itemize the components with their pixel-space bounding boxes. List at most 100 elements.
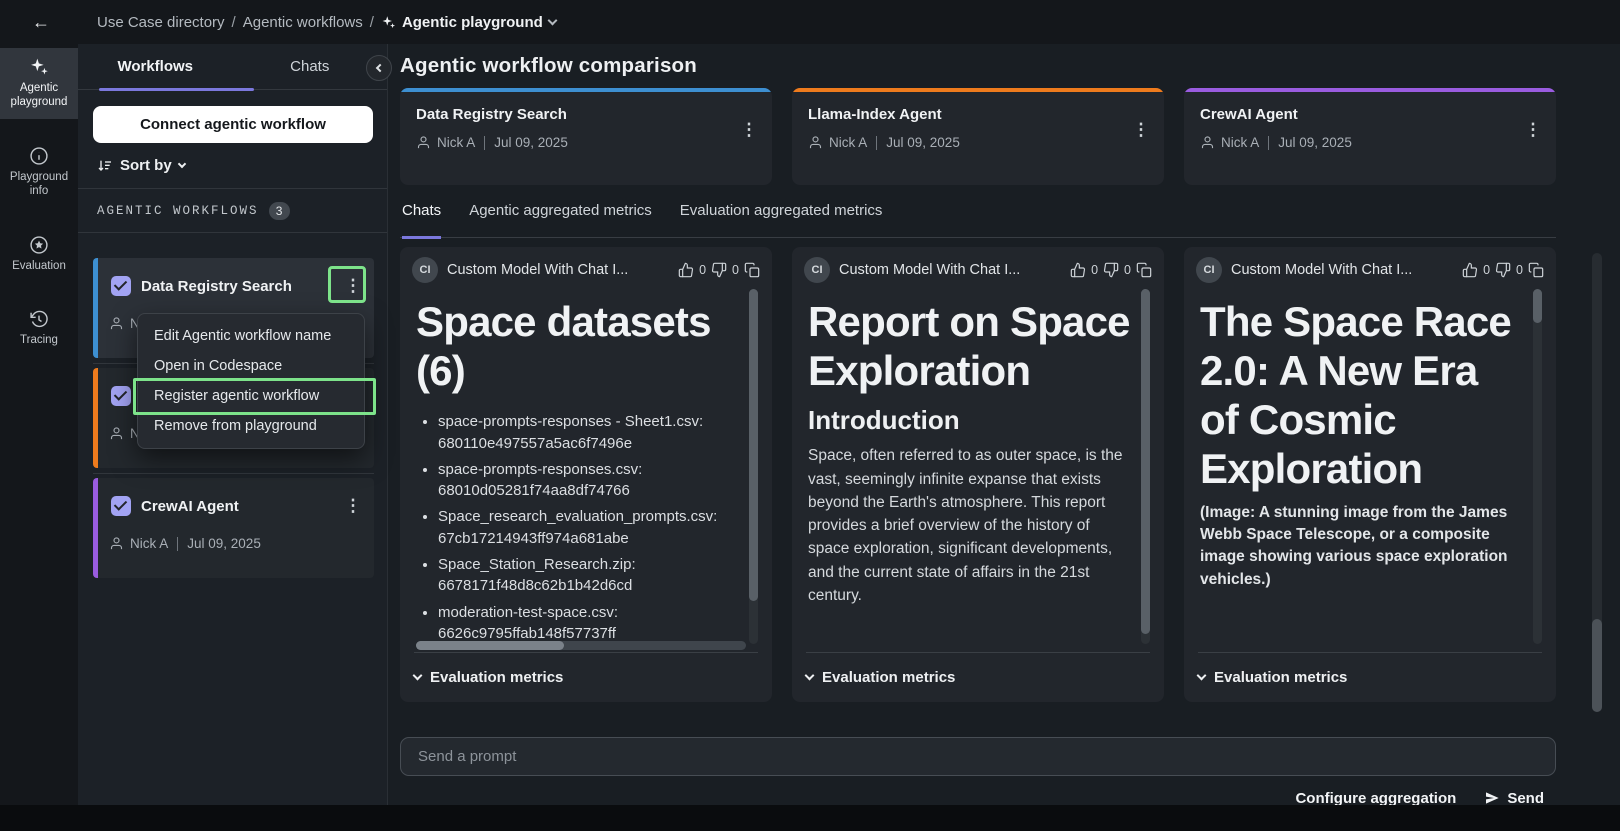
workflows-section-header: AGENTIC WORKFLOWS 3 (78, 189, 387, 232)
rail-item-playground-info[interactable]: Playground info (0, 137, 78, 208)
response-heading: Report on Space Exploration (808, 297, 1134, 395)
menu-item-edit-workflow-name[interactable]: Edit Agentic workflow name (138, 321, 364, 351)
workflow-meta: Nick A Jul 09, 2025 (109, 536, 374, 551)
model-avatar: CI (1196, 257, 1222, 283)
tab-agentic-aggregated-metrics[interactable]: Agentic aggregated metrics (469, 202, 652, 237)
workflow-checkbox[interactable] (111, 276, 131, 296)
scrollbar-thumb[interactable] (1141, 289, 1150, 634)
collapse-sidebar-button[interactable] (366, 55, 392, 81)
scrollbar-thumb[interactable] (749, 289, 758, 601)
meta-divider (177, 537, 178, 551)
sparkles-icon (381, 15, 396, 30)
card-meta: Nick A Jul 09, 2025 (808, 135, 1148, 150)
sort-by-dropdown[interactable]: Sort by (97, 157, 387, 174)
menu-item-remove-from-playground[interactable]: Remove from playground (138, 411, 364, 441)
workflow-checkbox[interactable] (111, 496, 131, 516)
breadcrumb-current[interactable]: Agentic playground (381, 14, 556, 31)
rail-item-evaluation[interactable]: Evaluation (0, 226, 78, 282)
chat-response-content: Report on Space Exploration Introduction… (792, 289, 1164, 652)
workflow-context-menu: Edit Agentic workflow name Open in Codes… (137, 313, 365, 449)
meta-divider (876, 136, 877, 150)
breadcrumb-separator: / (370, 14, 374, 31)
page-title: Agentic workflow comparison (400, 54, 697, 78)
chevron-down-icon (177, 160, 185, 168)
chat-header-actions: 0 0 (1070, 262, 1152, 278)
list-item: Space_Station_Research.zip: 6678171f48d8… (438, 554, 742, 597)
kebab-menu-icon[interactable]: ⋮ (342, 494, 364, 518)
divider (78, 232, 387, 233)
chat-panel-data-registry-search: CI Custom Model With Chat I... 0 0 Space… (400, 247, 772, 702)
star-circle-icon (29, 235, 49, 255)
workflow-checkbox[interactable] (111, 386, 131, 406)
sparkles-icon (29, 57, 49, 77)
thumbs-up-icon[interactable] (1462, 262, 1478, 278)
chat-response-content: Space datasets (6) space-prompts-respons… (400, 289, 772, 652)
chat-panel-crewai-agent: CI Custom Model With Chat I... 0 0 The S… (1184, 247, 1556, 702)
horizontal-scrollbar-thumb[interactable] (416, 641, 564, 650)
kebab-menu-icon[interactable]: ⋮ (1522, 118, 1544, 142)
comparison-card-llama-index-agent: Llama-Index Agent Nick A Jul 09, 2025 ⋮ (792, 88, 1164, 185)
page-scrollbar-track (1592, 253, 1602, 712)
section-title: AGENTIC WORKFLOWS (97, 204, 259, 218)
info-icon (29, 146, 49, 166)
kebab-menu-icon[interactable]: ⋮ (1130, 118, 1152, 142)
person-icon (1200, 135, 1215, 150)
chat-header-actions: 0 0 (678, 262, 760, 278)
scrollbar-track (1533, 289, 1542, 644)
chat-panel-header: CI Custom Model With Chat I... 0 0 (400, 247, 772, 289)
connect-agentic-workflow-button[interactable]: Connect agentic workflow (93, 106, 373, 143)
thumbs-up-icon[interactable] (678, 262, 694, 278)
response-paragraph: (Image: A stunning image from the James … (1200, 502, 1526, 592)
menu-item-register-agentic-workflow[interactable]: Register agentic workflow (138, 381, 364, 411)
copy-icon[interactable] (744, 262, 760, 278)
rail-item-tracing[interactable]: Tracing (0, 300, 78, 356)
menu-item-open-in-codespace[interactable]: Open in Codespace (138, 351, 364, 381)
card-meta: Nick A Jul 09, 2025 (416, 135, 756, 150)
tab-chats[interactable]: Chats (233, 44, 388, 89)
thumbs-down-icon[interactable] (1495, 262, 1511, 278)
breadcrumb-agentic-workflows[interactable]: Agentic workflows (243, 14, 363, 31)
sort-icon (97, 158, 113, 174)
response-heading: Space datasets (6) (416, 297, 742, 395)
top-bar: ← Use Case directory / Agentic workflows… (0, 0, 1620, 44)
meta-divider (1268, 136, 1269, 150)
kebab-menu-icon[interactable]: ⋮ (342, 274, 364, 298)
back-arrow-icon[interactable]: ← (28, 10, 54, 34)
thumbs-up-icon[interactable] (1070, 262, 1086, 278)
page-scrollbar-thumb[interactable] (1592, 619, 1602, 712)
meta-divider (484, 136, 485, 150)
response-heading: The Space Race 2.0: A New Era of Cosmic … (1200, 297, 1526, 494)
workflow-color-bar (93, 478, 98, 578)
comparison-cards-row: Data Registry Search Nick A Jul 09, 2025… (400, 88, 1556, 185)
dataset-list: space-prompts-responses - Sheet1.csv: 68… (438, 411, 742, 652)
tab-evaluation-aggregated-metrics[interactable]: Evaluation aggregated metrics (680, 202, 883, 237)
evaluation-metrics-toggle[interactable]: Evaluation metrics (414, 652, 758, 702)
left-rail: Agentic playground Playground info Evalu… (0, 44, 78, 805)
rail-item-agentic-playground[interactable]: Agentic playground (0, 48, 78, 119)
chat-header-actions: 0 0 (1462, 262, 1544, 278)
model-avatar: CI (804, 257, 830, 283)
person-icon (808, 135, 823, 150)
tab-workflows[interactable]: Workflows (78, 44, 233, 89)
comparison-card-crewai-agent: CrewAI Agent Nick A Jul 09, 2025 ⋮ (1184, 88, 1556, 185)
workflow-item-crewai-agent[interactable]: CrewAI Agent ⋮ Nick A Jul 09, 2025 (93, 478, 374, 578)
configure-aggregation-button[interactable]: Configure aggregation (1295, 790, 1456, 807)
prompt-input[interactable] (400, 737, 1556, 776)
chevron-down-icon (413, 671, 423, 681)
breadcrumb-use-case-directory[interactable]: Use Case directory (97, 14, 225, 31)
copy-icon[interactable] (1136, 262, 1152, 278)
copy-icon[interactable] (1528, 262, 1544, 278)
send-button[interactable]: Send (1484, 790, 1544, 807)
evaluation-metrics-toggle[interactable]: Evaluation metrics (806, 652, 1150, 702)
evaluation-metrics-toggle[interactable]: Evaluation metrics (1198, 652, 1542, 702)
scrollbar-thumb[interactable] (1533, 289, 1542, 323)
thumbs-down-icon[interactable] (1103, 262, 1119, 278)
thumbs-down-icon[interactable] (711, 262, 727, 278)
breadcrumb: Use Case directory / Agentic workflows /… (97, 0, 556, 44)
tab-chats[interactable]: Chats (402, 202, 441, 239)
main-content: Agentic workflow comparison Data Registr… (388, 44, 1620, 805)
workflow-count-badge: 3 (269, 202, 290, 220)
kebab-menu-icon[interactable]: ⋮ (738, 118, 760, 142)
chevron-down-icon (805, 671, 815, 681)
person-icon (109, 426, 124, 441)
